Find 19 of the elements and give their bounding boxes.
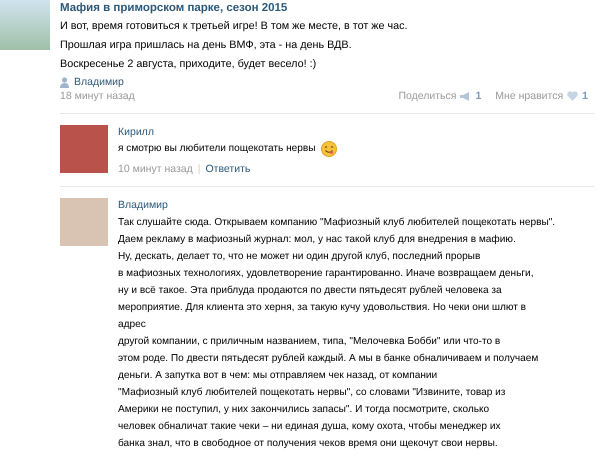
- avatar-photo-placeholder: [60, 125, 108, 173]
- like-count: 1: [582, 89, 588, 103]
- avatar-photo-placeholder: [60, 198, 108, 246]
- comment-time: 10 минут назад: [118, 162, 193, 176]
- post-time: 18 минут назад: [60, 89, 135, 103]
- comment-text: я смотрю вы любители пощекотать нервы: [118, 142, 316, 156]
- comment-author[interactable]: Владимир: [118, 198, 594, 212]
- author-link[interactable]: Владимир: [74, 75, 124, 89]
- heart-icon: [567, 91, 578, 101]
- comment-text: Так слушайте сюда. Открываем компанию "Мафиозный клуб любителей пощекотать нервы". Даем рекламу в мафиозный журнал: мол, у нас такой клуб для внедрения в мафию. Ну, дескать, делает то, что не может ни один другой клуб, последний прорыв в мафиозных технологиях, удовлетворение гарантированно. Иначе возвращаем деньги, ну и всё такое. Эта приблуда продаются по двести пятьдесят рублей человека за мероприятие. Для клиента это херня, за такую кучу удовольствия. Но чеки они шлют в адрес другой компании, с приличным названием, типа, "Мелочевка Бобби" или что-то в этом роде. По двести пятьдесят рублей каждый. А мы в банке обналичиваем и получаем деньги. А запутка вот в чем: мы отправляем чек назад, от компании "Мафиозный клуб любителей пощекотать нервы", со словами "Извините, товар из Америки не поступил, у них закончились запасы". И тогда посмотрите, сколько человек обналичат такие чеки – ни единая душа, кому охота, чтобы менеджер их банка знал, что в свободное от получения чеков время они щекочут свои нервы.: [118, 216, 556, 451]
- post-text: И вот, время готовиться к третьей игре! В том же месте, в тот же час. Прошлая игра пришлась на день ВМФ, эта - на день ВДВ. Воскресенье 2 августа, приходите, будет весело! :): [60, 19, 409, 72]
- group-photo-placeholder: [0, 0, 50, 50]
- separator: |: [198, 162, 200, 176]
- post-title[interactable]: Мафия в приморском парке, сезон 2015: [60, 0, 588, 16]
- person-icon: [60, 76, 69, 88]
- comment-author[interactable]: Кирилл: [118, 125, 594, 139]
- reply-link[interactable]: Ответить: [206, 162, 250, 176]
- share-count: 1: [475, 89, 482, 103]
- megaphone-icon: [460, 92, 472, 100]
